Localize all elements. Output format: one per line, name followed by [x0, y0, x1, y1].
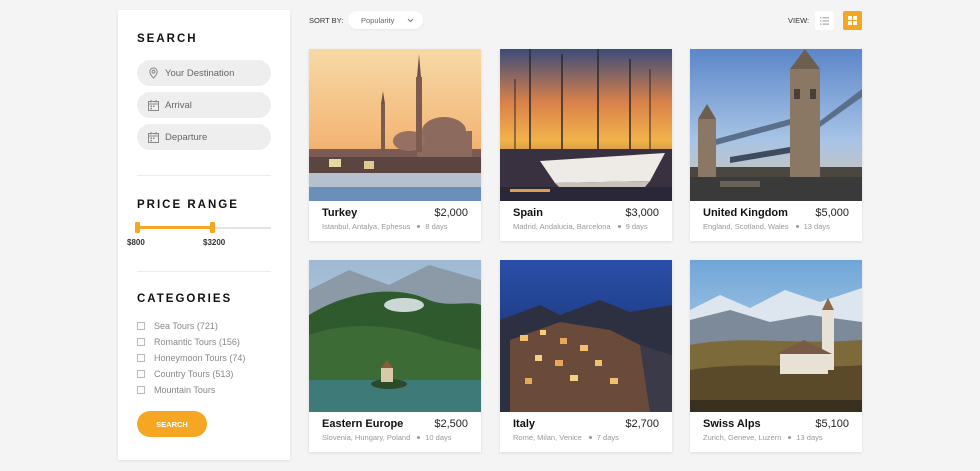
- price-range-fill: [137, 226, 213, 229]
- tour-name[interactable]: Italy: [513, 418, 535, 430]
- tour-name[interactable]: Eastern Europe: [322, 418, 403, 430]
- tour-card[interactable]: United Kingdom $5,000 England, Scotland,…: [690, 49, 862, 241]
- tour-image-united-kingdom[interactable]: [690, 49, 862, 201]
- tour-card[interactable]: Swiss Alps $5,100 Zurich, Geneve, Luzern…: [690, 260, 862, 452]
- tour-meta: Madrid, Andalucia, Barcelona 9 days: [513, 222, 648, 231]
- divider: [137, 271, 271, 272]
- price-range-heading: PRICE RANGE: [137, 199, 239, 211]
- tour-price: $5,100: [815, 418, 849, 430]
- arrival-placeholder: Arrival: [165, 99, 192, 111]
- tour-card[interactable]: Eastern Europe $2,500 Slovenia, Hungary,…: [309, 260, 481, 452]
- departure-field[interactable]: Departure: [137, 124, 271, 150]
- location-pin-icon: [149, 67, 158, 79]
- separator-dot: [795, 225, 799, 229]
- tour-places: Slovenia, Hungary, Poland: [322, 433, 411, 442]
- tour-price: $2,000: [434, 207, 468, 219]
- tour-name[interactable]: Spain: [513, 207, 543, 219]
- sort-value: Popularity: [361, 15, 395, 25]
- tour-price: $5,000: [815, 207, 849, 219]
- price-max-value: $3200: [203, 238, 226, 247]
- tour-places: England, Scotland, Wales: [703, 222, 789, 231]
- destination-placeholder: Your Destination: [165, 67, 235, 79]
- sort-select[interactable]: Popularity: [348, 11, 423, 29]
- list-icon: [820, 16, 829, 25]
- tour-image-italy[interactable]: [500, 260, 672, 412]
- tour-image-eastern-europe[interactable]: [309, 260, 481, 412]
- separator-dot: [788, 436, 792, 440]
- category-checkbox[interactable]: Country Tours (513): [137, 369, 233, 379]
- tour-meta: Slovenia, Hungary, Poland 10 days: [322, 433, 452, 442]
- tour-name[interactable]: Turkey: [322, 207, 357, 219]
- search-heading: SEARCH: [137, 33, 198, 45]
- separator-dot: [417, 436, 421, 440]
- tour-image-turkey[interactable]: [309, 49, 481, 201]
- category-checkbox[interactable]: Sea Tours (721): [137, 321, 218, 331]
- tour-name[interactable]: Swiss Alps: [703, 418, 761, 430]
- separator-dot: [588, 436, 592, 440]
- search-button[interactable]: SEARCH: [137, 411, 207, 437]
- tour-card[interactable]: Turkey $2,000 Istanbul, Antalya, Ephesus…: [309, 49, 481, 241]
- tour-card[interactable]: Spain $3,000 Madrid, Andalucia, Barcelon…: [500, 49, 672, 241]
- category-label: Honeymoon Tours (74): [154, 353, 246, 363]
- sort-label: SORT BY:: [309, 16, 344, 25]
- destination-field[interactable]: Your Destination: [137, 60, 271, 86]
- tour-price: $2,500: [434, 418, 468, 430]
- tour-name[interactable]: United Kingdom: [703, 207, 788, 219]
- tour-places: Zurich, Geneve, Luzern: [703, 433, 782, 442]
- view-label: VIEW:: [788, 16, 810, 25]
- tour-places: Madrid, Andalucia, Barcelona: [513, 222, 611, 231]
- tour-meta: Rome, Milan, Venice 7 days: [513, 433, 619, 442]
- category-label: Romantic Tours (156): [154, 337, 240, 347]
- tour-image-spain[interactable]: [500, 49, 672, 201]
- price-min-handle[interactable]: [135, 222, 140, 233]
- tour-days: 9 days: [625, 222, 648, 231]
- grid-icon: [848, 16, 857, 25]
- departure-placeholder: Departure: [165, 131, 208, 143]
- chevron-down-icon: [407, 18, 414, 23]
- arrival-field[interactable]: Arrival: [137, 92, 271, 118]
- calendar-icon: [148, 99, 159, 111]
- tour-meta: England, Scotland, Wales 13 days: [703, 222, 830, 231]
- checkbox[interactable]: [137, 338, 145, 346]
- list-view-button[interactable]: [815, 11, 834, 30]
- tour-price: $2,700: [625, 418, 659, 430]
- separator-dot: [617, 225, 621, 229]
- price-min-value: $800: [127, 238, 145, 247]
- tour-meta: Zurich, Geneve, Luzern 13 days: [703, 433, 823, 442]
- checkbox[interactable]: [137, 322, 145, 330]
- separator-dot: [417, 225, 421, 229]
- tour-days: 7 days: [596, 433, 619, 442]
- divider: [137, 175, 271, 176]
- tour-meta: Istanbul, Antalya, Ephesus 8 days: [322, 222, 448, 231]
- checkbox[interactable]: [137, 386, 145, 394]
- search-sidebar: SEARCH Your Destination Arrival Departur…: [118, 10, 290, 460]
- tour-places: Rome, Milan, Venice: [513, 433, 582, 442]
- categories-heading: CATEGORIES: [137, 293, 233, 305]
- tour-image-swiss-alps[interactable]: [690, 260, 862, 412]
- price-max-handle[interactable]: [210, 222, 215, 233]
- tour-days: 13 days: [803, 222, 830, 231]
- tour-days: 8 days: [425, 222, 448, 231]
- tour-card[interactable]: Italy $2,700 Rome, Milan, Venice 7 days: [500, 260, 672, 452]
- category-label: Country Tours (513): [154, 369, 234, 379]
- calendar-icon: [148, 131, 159, 143]
- category-checkbox[interactable]: Mountain Tours: [137, 385, 215, 395]
- checkbox[interactable]: [137, 354, 145, 362]
- tour-days: 13 days: [796, 433, 823, 442]
- category-checkbox[interactable]: Honeymoon Tours (74): [137, 353, 245, 363]
- tour-places: Istanbul, Antalya, Ephesus: [322, 222, 411, 231]
- grid-view-button[interactable]: [843, 11, 862, 30]
- tour-price: $3,000: [625, 207, 659, 219]
- checkbox[interactable]: [137, 370, 145, 378]
- category-label: Sea Tours (721): [154, 321, 218, 331]
- category-checkbox[interactable]: Romantic Tours (156): [137, 337, 240, 347]
- category-label: Mountain Tours: [154, 385, 216, 395]
- tour-days: 10 days: [425, 433, 452, 442]
